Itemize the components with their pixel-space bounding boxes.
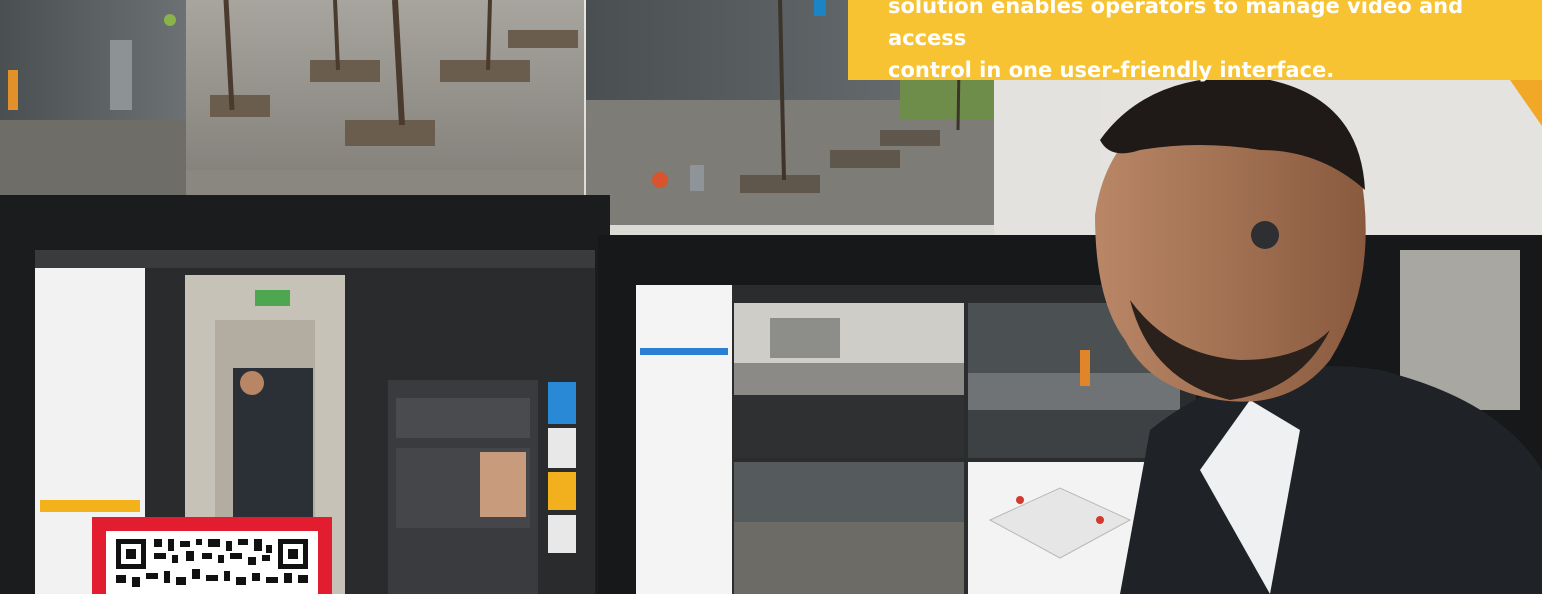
video-wall-feed-center bbox=[186, 0, 584, 215]
caption-text: solution enables operators to manage vid… bbox=[888, 0, 1528, 86]
photo-scene bbox=[0, 0, 1542, 594]
qr-code-icon bbox=[116, 539, 308, 587]
qr-code-frame[interactable] bbox=[92, 517, 332, 594]
video-wall-feed-left bbox=[0, 0, 186, 200]
caption-line-1: solution enables operators to manage vid… bbox=[888, 0, 1464, 50]
qr-code[interactable] bbox=[106, 531, 318, 594]
caption-line-2: control in one user-friendly interface. bbox=[888, 58, 1335, 82]
accent-bar bbox=[814, 0, 826, 16]
caption-callout: solution enables operators to manage vid… bbox=[848, 0, 1542, 82]
callout-tail bbox=[1510, 80, 1542, 126]
